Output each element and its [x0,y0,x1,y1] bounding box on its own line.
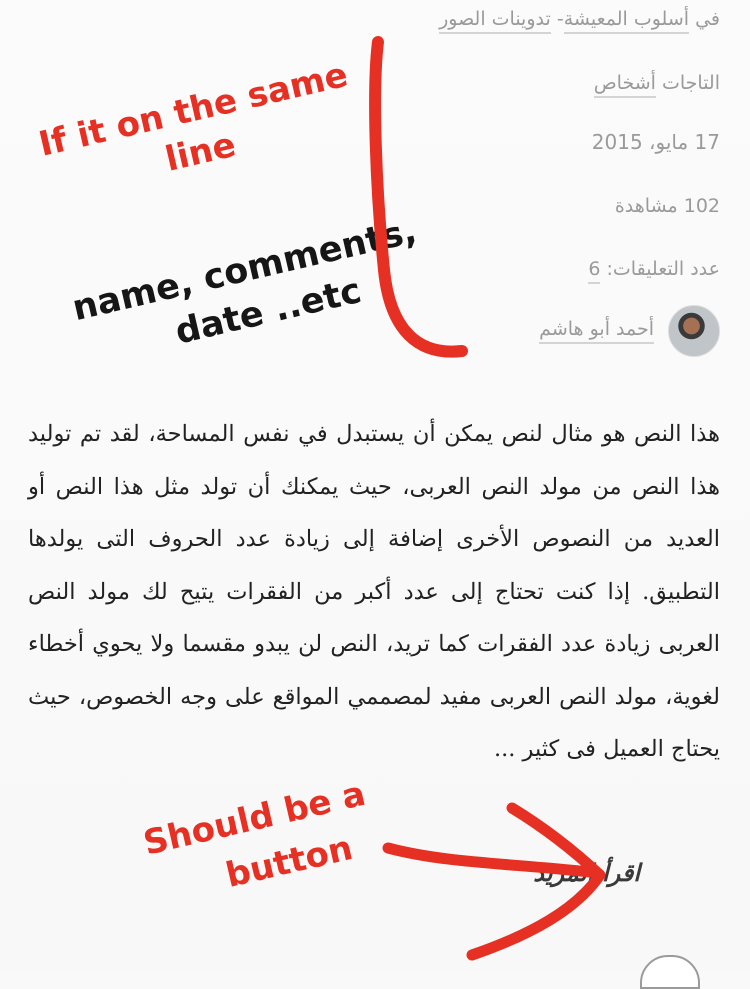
category-separator: - [556,8,564,30]
author-line: أحمد أبو هاشم [539,305,720,357]
category-line: في أسلوب المعيشة- تدوينات الصور [439,8,720,34]
category-link-lifestyle[interactable]: أسلوب المعيشة [563,8,690,34]
read-more-button[interactable]: اقرأ المزيد [533,858,640,887]
tags-line: التاجات أشخاص [593,72,720,98]
article-excerpt: هذا النص هو مثال لنص يمكن أن يستبدل في ن… [28,421,720,762]
tag-link-people[interactable]: أشخاص [593,72,656,98]
avatar[interactable] [668,305,720,357]
post-meta-page: في أسلوب المعيشة- تدوينات الصور التاجات … [0,0,750,989]
author-name-link[interactable]: أحمد أبو هاشم [539,318,654,344]
comments-count-link[interactable]: 6 [588,258,601,284]
views-count: 102 مشاهدة [614,195,720,217]
category-prefix: في [695,8,720,30]
comments-label: عدد التعليقات: [606,258,721,280]
scroll-up-icon[interactable] [640,955,700,989]
comments-line: عدد التعليقات: 6 [588,258,721,284]
category-link-photo-posts[interactable]: تدوينات الصور [439,8,551,34]
post-date: 17 مايو، 2015 [591,130,720,154]
tags-label: التاجات [661,72,720,94]
